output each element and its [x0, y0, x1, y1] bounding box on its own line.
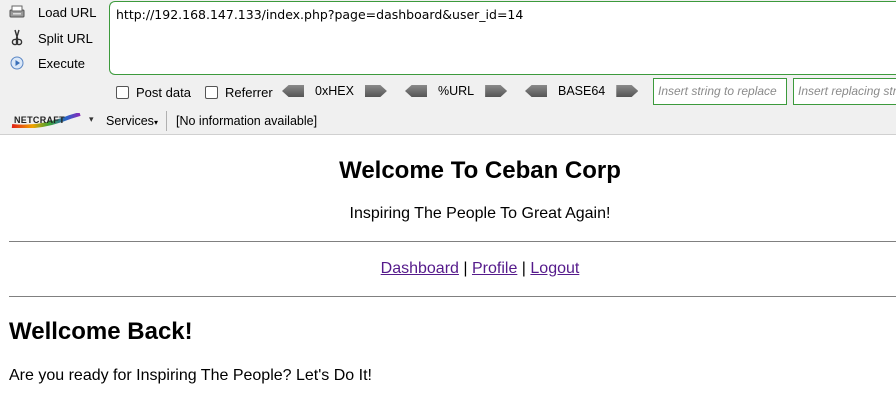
url-encode-arrow-icon[interactable]: [485, 85, 508, 97]
hex-decode-arrow-icon[interactable]: [282, 85, 304, 97]
site-subtitle: Inspiring The People To Great Again!: [349, 205, 611, 222]
base64-encoder: BASE64: [525, 84, 639, 98]
base64-encode-arrow-icon[interactable]: [616, 85, 639, 97]
split-url-icon: [8, 29, 26, 47]
execute-icon: [8, 54, 26, 72]
load-url-button[interactable]: Load URL: [8, 1, 97, 23]
netcraft-toolbar: NETCRAFT ▾ Services▾ [No information ava…: [0, 108, 896, 135]
divider: [9, 296, 896, 297]
toolbar-separator: [166, 111, 167, 131]
nav-profile-link[interactable]: Profile: [472, 260, 517, 277]
url-encoder: %URL: [405, 84, 508, 98]
divider: [9, 241, 896, 242]
split-url-button[interactable]: Split URL: [8, 27, 93, 49]
referrer-checkbox[interactable]: Referrer: [205, 85, 273, 100]
welcome-heading: Wellcome Back!: [9, 318, 193, 345]
insert-replacing-string-input[interactable]: Insert replacing string: [793, 78, 896, 105]
nav-dashboard-link[interactable]: Dashboard: [381, 260, 459, 277]
hackbar-toolbar: Load URL Split URL Execute http://192.16…: [0, 0, 896, 108]
site-info-text: [No information available]: [176, 114, 318, 128]
site-title: Welcome To Ceban Corp: [339, 157, 621, 184]
insert-string-to-replace-input[interactable]: Insert string to replace: [653, 78, 787, 105]
base64-decode-arrow-icon[interactable]: [525, 85, 547, 97]
post-data-checkbox[interactable]: Post data: [116, 85, 191, 100]
netcraft-menu-dropdown-icon[interactable]: ▾: [89, 114, 94, 125]
execute-button[interactable]: Execute: [8, 52, 85, 74]
svg-text:NETCRAFT: NETCRAFT: [14, 115, 65, 125]
hex-encode-arrow-icon[interactable]: [364, 85, 387, 97]
url-textarea[interactable]: http://192.168.147.133/index.php?page=da…: [109, 1, 896, 75]
services-dropdown-icon: ▾: [153, 118, 158, 127]
welcome-message: Are you ready for Inspiring The People? …: [9, 367, 372, 384]
url-decode-arrow-icon[interactable]: [405, 85, 427, 97]
hex-encoder: 0xHEX: [282, 84, 387, 98]
netcraft-logo[interactable]: NETCRAFT: [10, 113, 82, 128]
nav-bar: Dashboard | Profile | Logout: [380, 260, 580, 277]
post-data-checkbox-box[interactable]: [116, 86, 129, 99]
nav-logout-link[interactable]: Logout: [530, 260, 579, 277]
referrer-checkbox-box[interactable]: [205, 86, 218, 99]
hackbar-options-row: Post data Referrer 0xHEX %URL BASE64 Ins…: [0, 78, 896, 106]
load-url-icon: [8, 3, 26, 21]
services-menu[interactable]: Services▾: [106, 114, 158, 128]
